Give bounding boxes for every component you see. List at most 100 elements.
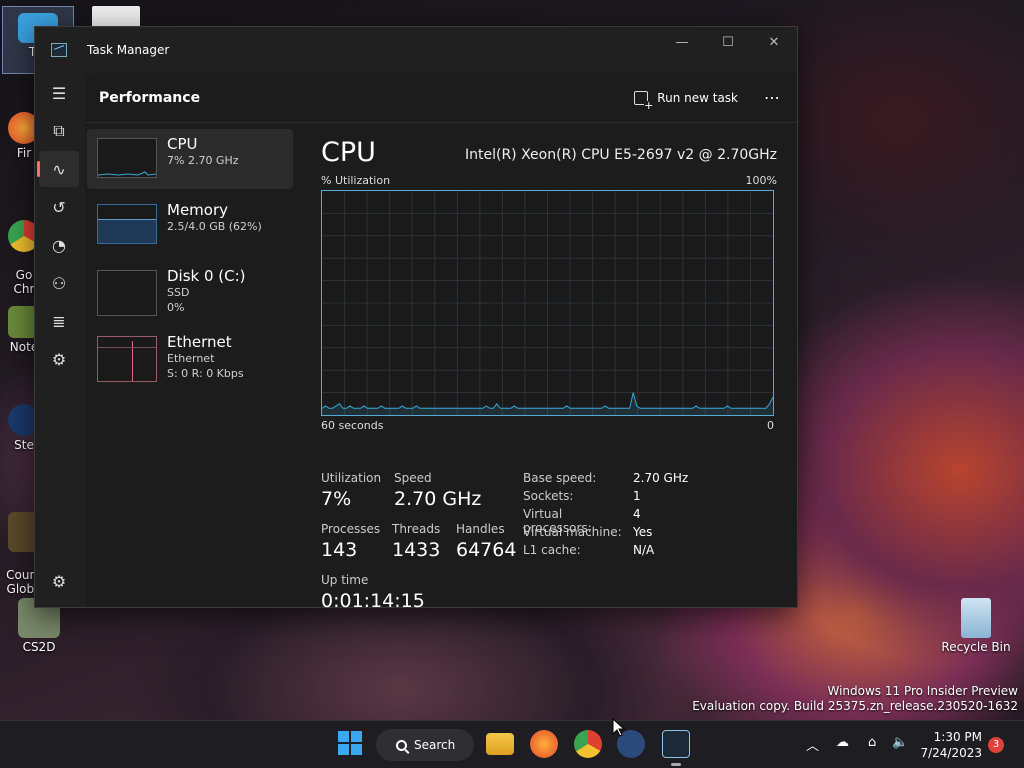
resource-detail: 2.5/4.0 GB (62%) <box>167 220 262 233</box>
cpu-info-table: Base speed: 2.70 GHz Sockets: 1 Virtual pr… <box>523 471 688 561</box>
info-row: Sockets: 1 <box>523 489 688 507</box>
cpu-graph-canvas <box>321 191 774 415</box>
processes-value: 143 <box>321 539 358 561</box>
info-value: 4 <box>633 507 641 521</box>
info-row: Virtual machine: Yes <box>523 525 688 543</box>
app-history-icon[interactable]: ↺ <box>39 189 79 225</box>
utilization-axis-max: 100% <box>745 174 777 187</box>
processes-label: Processes <box>321 522 381 536</box>
resource-item-cpu[interactable]: CPU 7% 2.70 GHz <box>87 129 293 189</box>
task-manager-taskbar-icon[interactable] <box>662 730 690 758</box>
resource-item-memory[interactable]: Memory 2.5/4.0 GB (62%) <box>87 195 293 255</box>
info-key: Sockets: <box>523 489 574 503</box>
taskbar-clock[interactable]: 1:30 PM 7/24/2023 <box>920 729 982 761</box>
page-header: Performance Run new task ⋯ <box>85 73 797 123</box>
close-button[interactable]: ✕ <box>751 27 797 57</box>
task-manager-window: Task Manager — ☐ ✕ ☰ ⧉ ∿ ↺ ◔ ⚇ ≣ ⚙ ⚙ Per… <box>34 26 798 612</box>
desktop-icon-label: Ste <box>14 438 34 452</box>
task-manager-icon <box>51 43 67 57</box>
services-icon[interactable]: ⚙ <box>39 341 79 377</box>
chrome-taskbar-icon[interactable] <box>574 730 602 758</box>
utilization-value: 7% <box>321 488 352 510</box>
maximize-button[interactable]: ☐ <box>705 27 751 57</box>
processes-icon[interactable]: ⧉ <box>39 113 79 149</box>
search-label: Search <box>414 738 456 752</box>
info-key: Base speed: <box>523 471 597 485</box>
uptime-value: 0:01:14:15 <box>321 590 425 612</box>
speed-label: Speed <box>394 471 432 485</box>
resource-detail: SSD <box>167 286 190 299</box>
resource-name: Disk 0 (C:) <box>167 267 246 285</box>
info-value: 2.70 GHz <box>633 471 689 485</box>
resource-list: CPU 7% 2.70 GHz Memory 2.5/4.0 GB (62%) … <box>87 129 293 393</box>
resource-name: CPU <box>167 135 198 153</box>
resource-detail: Ethernet <box>167 352 215 365</box>
taskbar-search-button[interactable]: Search <box>376 729 474 761</box>
volume-icon[interactable]: 🔈 <box>892 735 908 750</box>
notification-badge[interactable]: 3 <box>988 737 1004 753</box>
threads-value: 1433 <box>392 539 441 561</box>
windows-watermark: Windows 11 Pro Insider Preview Evaluatio… <box>692 684 1018 714</box>
speed-value: 2.70 GHz <box>394 488 482 510</box>
ethernet-thumbnail-graph <box>97 336 157 382</box>
utilization-label: Utilization <box>321 471 382 485</box>
cloud-icon[interactable]: ☁ <box>836 735 849 750</box>
cpu-utilization-graph <box>321 190 774 416</box>
info-value: 1 <box>633 489 641 503</box>
info-row: L1 cache: N/A <box>523 543 688 561</box>
handles-value: 64764 <box>456 539 517 561</box>
info-key: Virtual machine: <box>523 525 622 539</box>
details-icon[interactable]: ≣ <box>39 303 79 339</box>
resource-detail: 7% 2.70 GHz <box>167 154 239 167</box>
desktop-icon-label: Go Chr <box>13 268 35 296</box>
taskbar: Search ︿ ☁ ⌂ 🔈 1:30 PM 7/24/2023 3 <box>0 720 1024 768</box>
time-zero-label: 0 <box>767 419 774 432</box>
app-window-icon <box>92 6 140 28</box>
performance-icon[interactable]: ∿ <box>37 151 79 187</box>
cpu-detail: CPU Intel(R) Xeon(R) CPU E5-2697 v2 @ 2.… <box>321 137 777 432</box>
desktop-icon-label: Fir <box>16 146 32 160</box>
title-bar[interactable]: Task Manager — ☐ ✕ <box>35 27 797 73</box>
nav-rail: ☰ ⧉ ∿ ↺ ◔ ⚇ ≣ ⚙ ⚙ <box>35 73 83 607</box>
resource-detail-2: 0% <box>167 301 185 314</box>
cpu-model: Intel(R) Xeon(R) CPU E5-2697 v2 @ 2.70GH… <box>465 147 777 163</box>
resource-name: Memory <box>167 201 229 219</box>
settings-icon[interactable]: ⚙ <box>39 563 79 599</box>
utilization-axis-label: % Utilization <box>321 174 391 187</box>
run-new-task-button[interactable]: Run new task <box>634 90 738 111</box>
resource-item-disk[interactable]: Disk 0 (C:) SSD 0% <box>87 261 293 321</box>
info-row: Virtual processors: 4 <box>523 507 688 535</box>
minimize-button[interactable]: — <box>659 27 705 57</box>
startup-apps-icon[interactable]: ◔ <box>39 227 79 263</box>
clock-time: 1:30 PM <box>933 730 982 744</box>
hamburger-menu-icon[interactable]: ☰ <box>39 75 79 111</box>
performance-page: Performance Run new task ⋯ CPU 7% 2.70 G… <box>85 73 797 612</box>
ethernet-baseline <box>98 347 156 348</box>
desktop-icon-recycle-bin[interactable]: Recycle Bin <box>938 598 1014 654</box>
page-title: Performance <box>99 89 201 106</box>
uptime-label: Up time <box>321 573 369 587</box>
resource-detail-2: S: 0 R: 0 Kbps <box>167 367 244 380</box>
resource-item-ethernet[interactable]: Ethernet Ethernet S: 0 R: 0 Kbps <box>87 327 293 387</box>
watermark-line-1: Windows 11 Pro Insider Preview <box>827 684 1018 698</box>
cpu-thumbnail-line <box>97 171 157 176</box>
info-row: Base speed: 2.70 GHz <box>523 471 688 489</box>
users-icon[interactable]: ⚇ <box>39 265 79 301</box>
desktop-icon-label: CS2D <box>22 640 56 654</box>
more-options-icon[interactable]: ⋯ <box>764 88 781 107</box>
tray-overflow-icon[interactable]: ︿ <box>806 735 819 754</box>
recycle-bin-icon <box>961 598 991 638</box>
firefox-taskbar-icon[interactable] <box>530 730 558 758</box>
file-explorer-icon[interactable] <box>486 733 514 755</box>
window-title: Task Manager <box>87 43 170 57</box>
active-app-indicator <box>671 763 681 766</box>
memory-fill <box>98 219 156 243</box>
memory-thumbnail-graph <box>97 204 157 244</box>
start-windows-icon[interactable] <box>337 730 365 758</box>
time-span-label: 60 seconds <box>321 419 384 432</box>
network-icon[interactable]: ⌂ <box>868 735 876 750</box>
desktop-icon-label: Recycle Bin <box>941 640 1011 654</box>
clock-date: 7/24/2023 <box>920 746 982 760</box>
windows-logo <box>338 731 362 755</box>
info-value: N/A <box>633 543 655 557</box>
